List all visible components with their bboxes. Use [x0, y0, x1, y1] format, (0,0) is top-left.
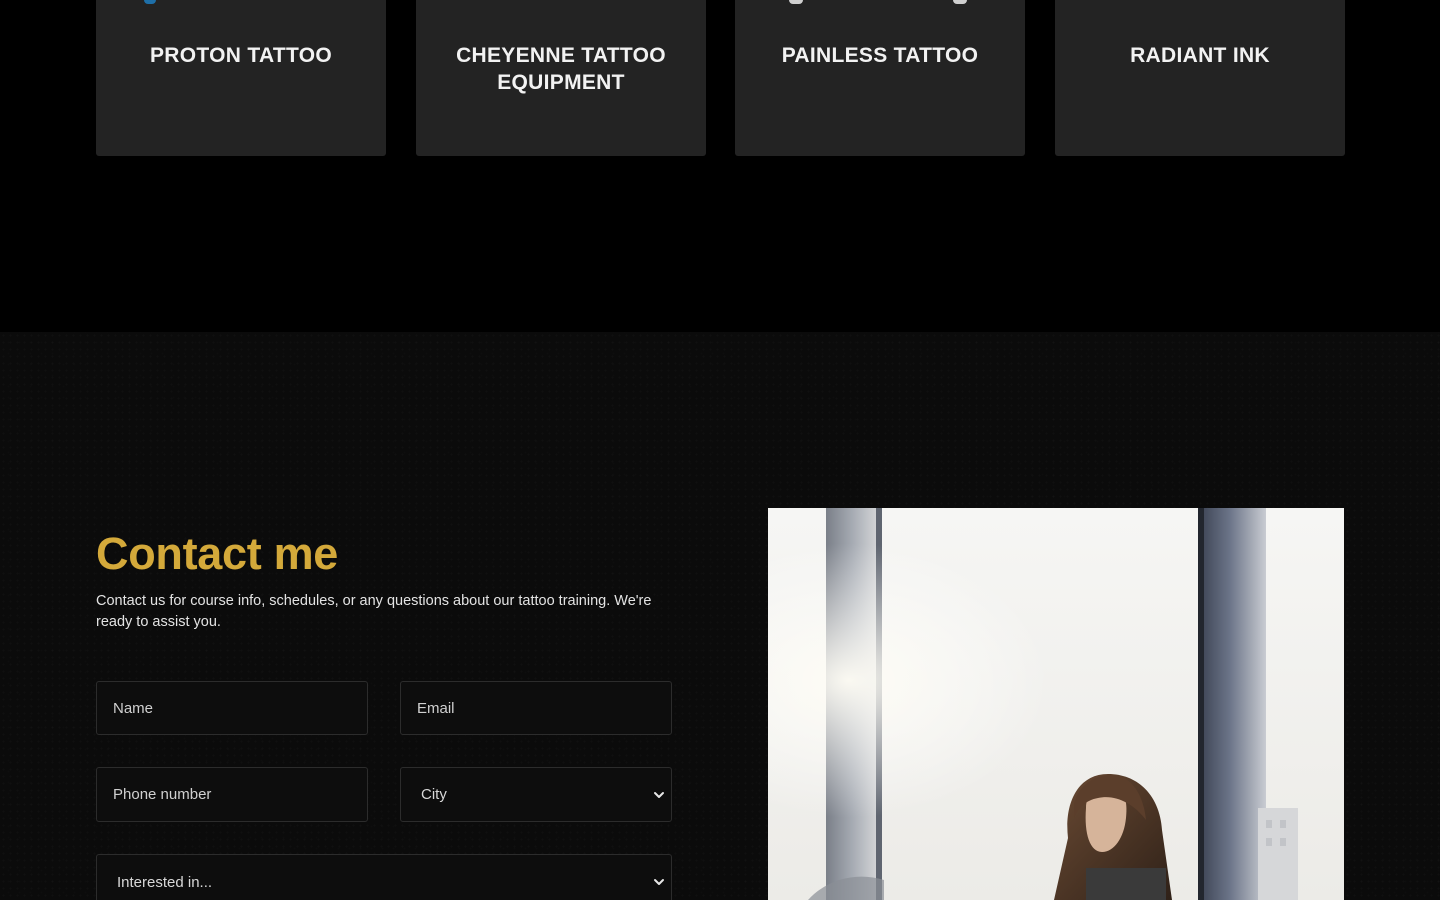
- city-select-value: City: [421, 786, 447, 803]
- city-select[interactable]: City: [400, 767, 672, 822]
- contact-description: Contact us for course info, schedules, o…: [96, 593, 652, 630]
- photo-illustration: [768, 508, 1344, 900]
- partner-card-proton-tattoo[interactable]: PROTON TATTOO: [96, 0, 386, 156]
- contact-title: Contact me: [96, 528, 339, 579]
- interest-select-value: Interested in...: [117, 873, 213, 891]
- partner-logo: [789, 0, 803, 4]
- partner-logo: [144, 0, 156, 4]
- partner-logo: [953, 0, 967, 4]
- partner-name: PROTON TATTOO: [149, 44, 332, 67]
- contact-photo: [768, 508, 1344, 900]
- page: PROTON TATTOO CHEYENNE TATTOO EQUIPMENT …: [0, 0, 1440, 900]
- interest-select[interactable]: Interested in...: [96, 854, 672, 900]
- partner-card-cheyenne-tattoo-equipment[interactable]: CHEYENNE TATTOO EQUIPMENT: [416, 0, 706, 156]
- partner-card-painless-tattoo[interactable]: PAINLESS TATTOO: [735, 0, 1025, 156]
- contact-section: Contact me Contact us for course info, s…: [0, 332, 1440, 900]
- partner-name: PAINLESS TATTOO: [781, 44, 979, 67]
- chevron-down-icon: [654, 879, 664, 885]
- partners-section: PROTON TATTOO CHEYENNE TATTOO EQUIPMENT …: [0, 0, 1440, 332]
- partner-name: CHEYENNE TATTOO EQUIPMENT: [456, 44, 666, 94]
- chevron-down-icon: [654, 791, 664, 798]
- email-input[interactable]: [400, 681, 672, 735]
- partner-card-radiant-ink[interactable]: RADIANT INK: [1055, 0, 1345, 156]
- name-input[interactable]: [96, 681, 368, 735]
- phone-input[interactable]: [96, 767, 368, 822]
- partner-name: RADIANT INK: [1130, 44, 1270, 67]
